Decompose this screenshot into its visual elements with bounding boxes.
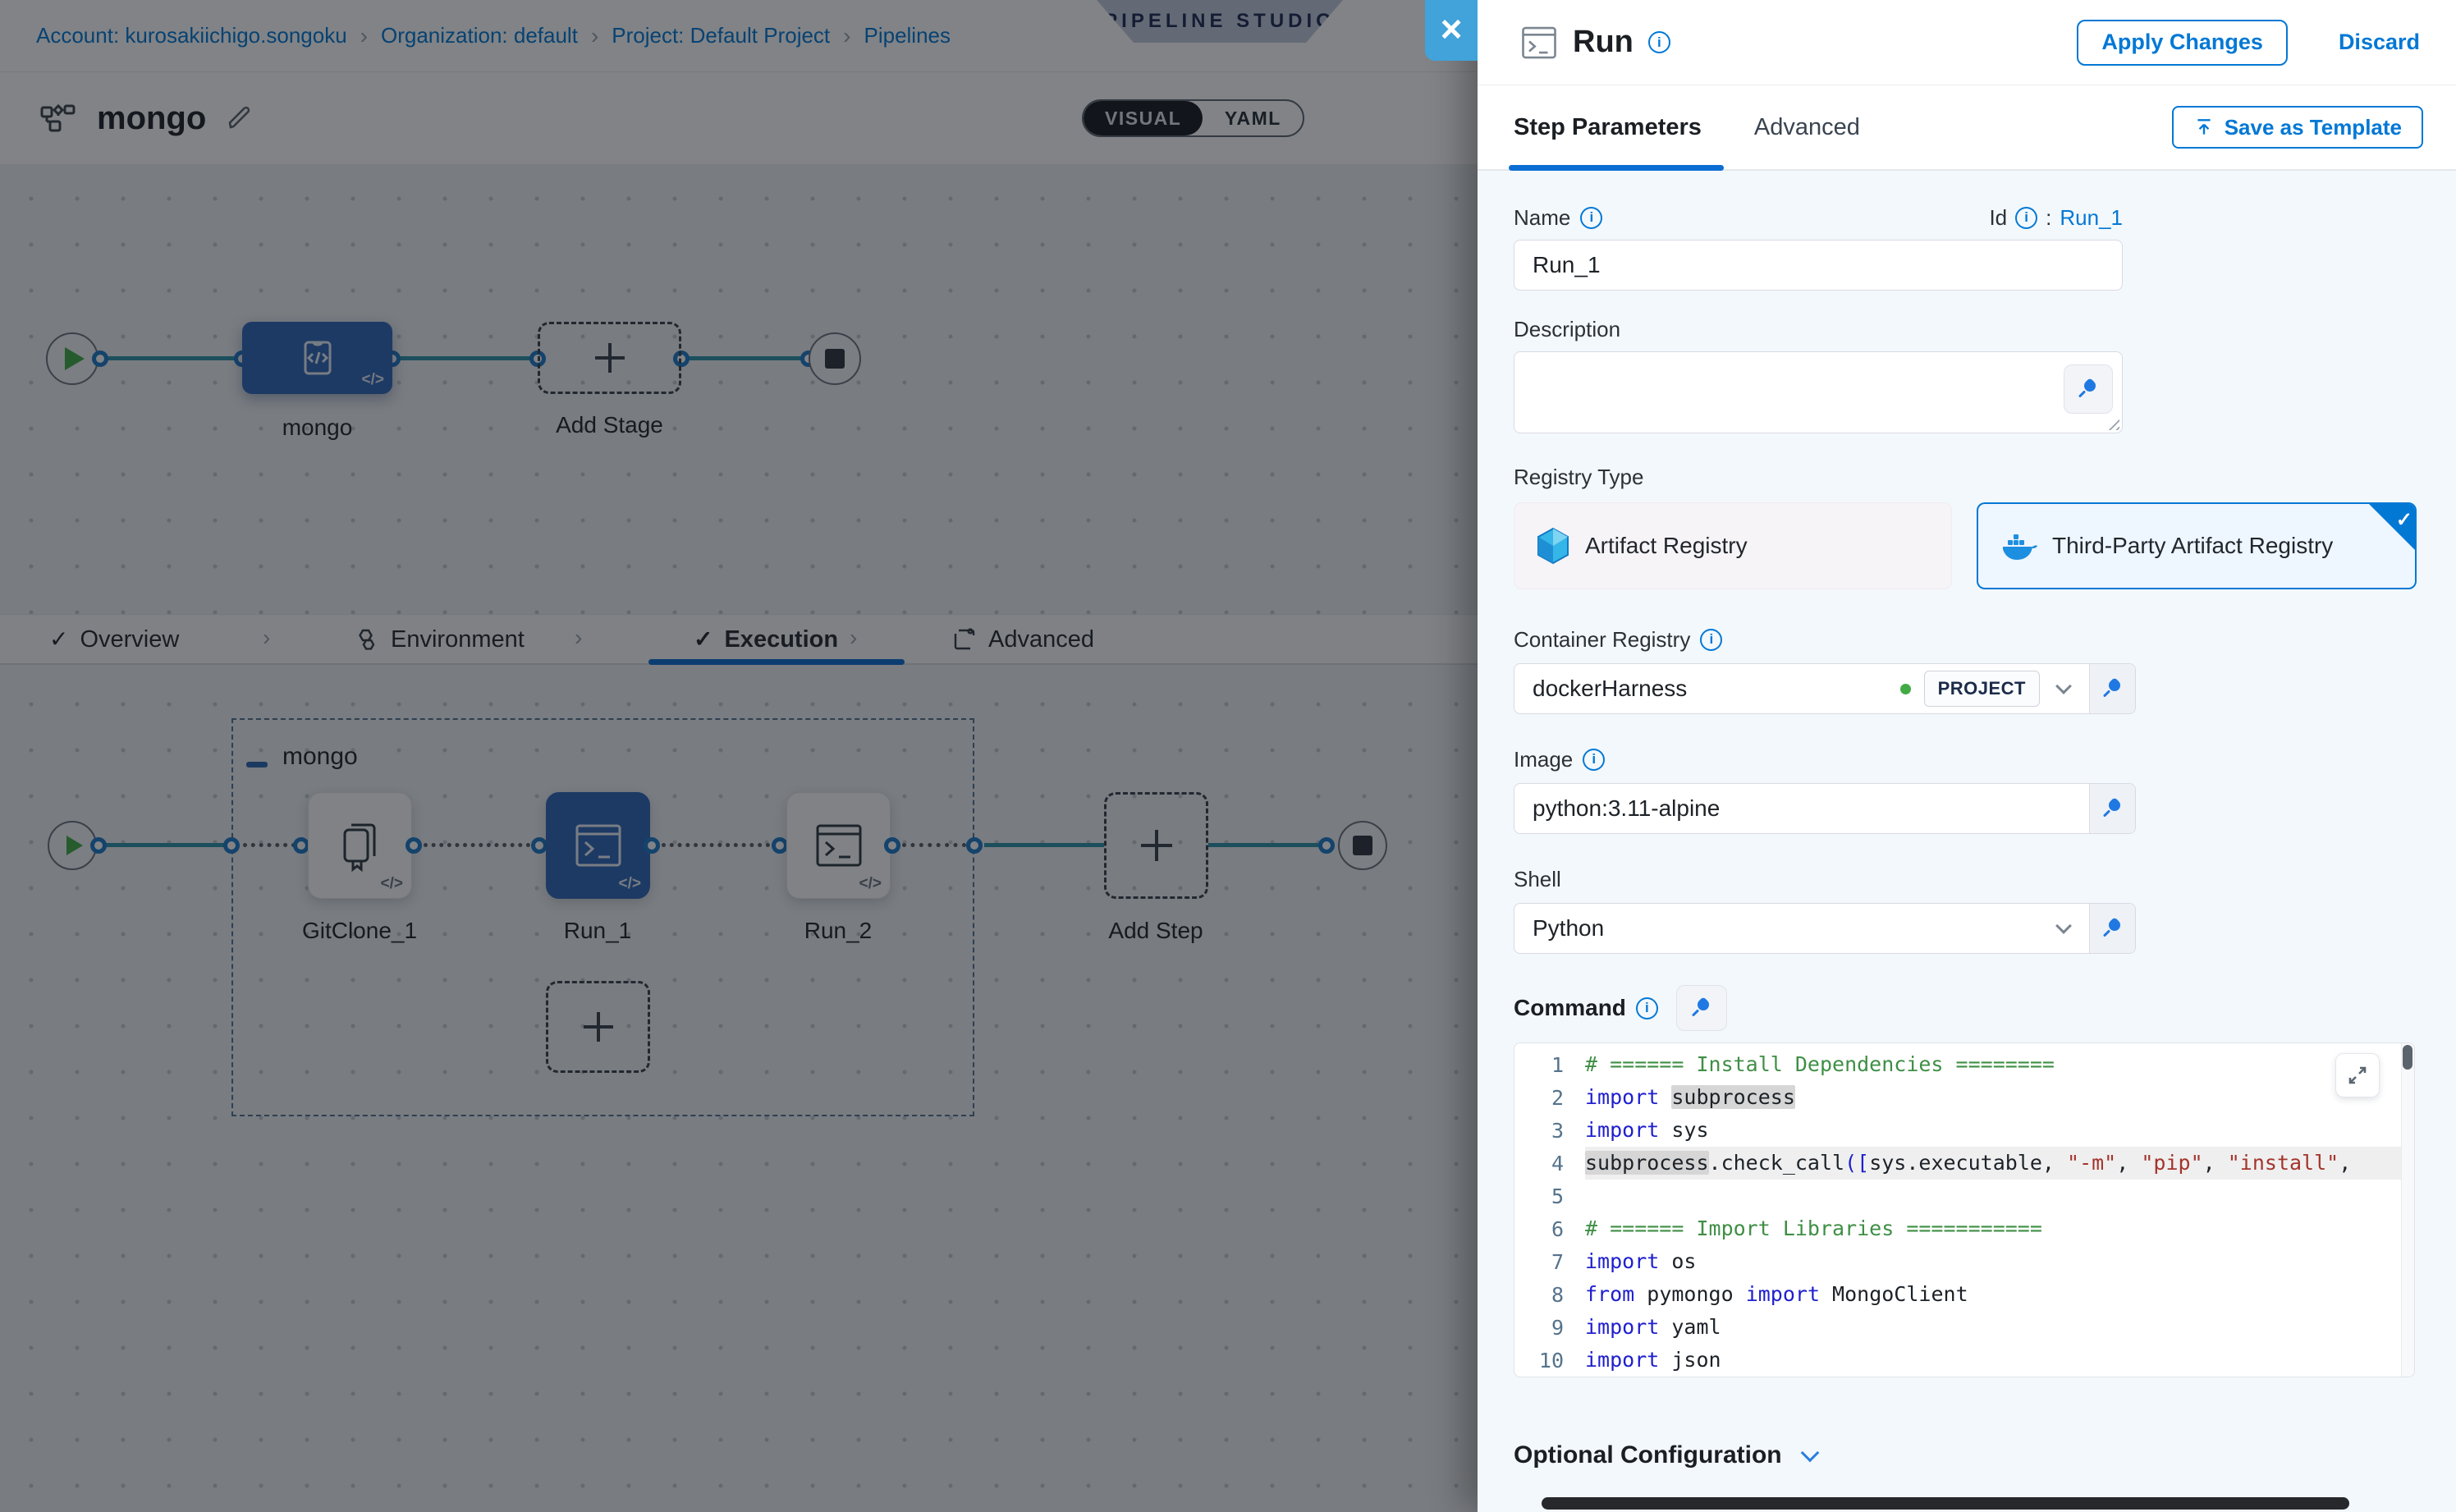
pin-input-type-button[interactable] [2064, 364, 2113, 414]
line-number: 5 [1514, 1184, 1585, 1208]
pin-icon [2104, 919, 2122, 937]
pin-icon [2079, 380, 2097, 398]
code-line[interactable]: 2import subprocess [1514, 1081, 2414, 1114]
pin-input-type-button[interactable] [2089, 664, 2135, 713]
modal-backdrop[interactable] [0, 0, 1478, 1512]
code-line[interactable]: 1# ====== Install Dependencies ======== [1514, 1048, 2414, 1081]
apply-changes-button[interactable]: Apply Changes [2077, 20, 2288, 66]
tab-step-parameters[interactable]: Step Parameters [1514, 114, 1702, 141]
name-label-row: Name [1514, 204, 1602, 231]
shell-label: Shell [1514, 865, 2417, 893]
drawer-header: Run Apply Changes Discard [1478, 0, 2456, 85]
editor-scrollbar[interactable] [2401, 1043, 2414, 1377]
command-code-editor[interactable]: 1# ====== Install Dependencies ========2… [1514, 1042, 2415, 1377]
shell-field: Python [1514, 903, 2136, 954]
scope-badge: PROJECT [1924, 671, 2040, 707]
optional-configuration-toggle[interactable]: Optional Configuration [1514, 1441, 2417, 1469]
container-registry-value: dockerHarness [1533, 676, 1887, 702]
registry-option-artifact[interactable]: Artifact Registry [1514, 502, 1952, 589]
line-number: 3 [1514, 1119, 1585, 1143]
info-icon[interactable] [1648, 31, 1670, 53]
info-icon[interactable] [1700, 629, 1722, 651]
code-line[interactable]: 4subprocess.check_call([sys.executable, … [1514, 1147, 2414, 1180]
chevron-down-icon [2055, 678, 2072, 694]
command-label-row: Command [1514, 994, 1658, 1022]
code-lines: 1# ====== Install Dependencies ========2… [1514, 1048, 2414, 1377]
id-separator: : [2046, 205, 2051, 231]
shell-select[interactable]: Python [1514, 904, 2089, 953]
pin-icon [1693, 999, 1711, 1017]
image-label-row: Image [1514, 745, 2417, 773]
shell-value: Python [1533, 915, 2040, 942]
chevron-down-icon [2055, 918, 2072, 934]
step-parameters-form: Name Id : Run_1 Description Registry Typ… [1478, 171, 2456, 1512]
upload-icon [2193, 117, 2215, 138]
pin-input-type-button[interactable] [1676, 985, 1727, 1031]
description-textarea[interactable] [1514, 351, 2123, 433]
registry-type-options: Artifact Registry Third-Party Artifact R… [1514, 502, 2417, 589]
save-as-template-button[interactable]: Save as Template [2172, 106, 2423, 149]
line-number: 2 [1514, 1086, 1585, 1110]
artifact-registry-icon [1536, 527, 1570, 565]
id-value[interactable]: Run_1 [2060, 205, 2123, 231]
registry-option-label: Third-Party Artifact Registry [2052, 533, 2333, 559]
id-label: Id [1989, 205, 2007, 231]
registry-option-third-party[interactable]: Third-Party Artifact Registry [1977, 502, 2417, 589]
code-line[interactable]: 7import os [1514, 1245, 2414, 1278]
drawer-tabs: Step Parameters Advanced Save as Templat… [1478, 85, 2456, 171]
container-registry-label-row: Container Registry [1514, 625, 2417, 653]
close-drawer-button[interactable] [1425, 0, 1478, 61]
step-config-drawer: Run Apply Changes Discard Step Parameter… [1478, 0, 2456, 1512]
code-line[interactable]: 6# ====== Import Libraries =========== [1514, 1212, 2414, 1245]
code-line[interactable]: 3import sys [1514, 1114, 2414, 1147]
name-label: Name [1514, 205, 1570, 231]
line-number: 7 [1514, 1250, 1585, 1274]
container-registry-select[interactable]: dockerHarness PROJECT [1514, 664, 2089, 713]
editor-scrollbar-thumb[interactable] [2403, 1045, 2412, 1070]
registry-option-label: Artifact Registry [1585, 533, 1748, 559]
info-icon[interactable] [2015, 207, 2037, 229]
panel-horizontal-scrollbar-thumb[interactable] [1542, 1497, 2349, 1510]
pin-icon [2104, 800, 2122, 818]
line-number: 1 [1514, 1053, 1585, 1077]
line-number: 4 [1514, 1152, 1585, 1175]
code-line[interactable]: 5 [1514, 1180, 2414, 1212]
info-icon[interactable] [1583, 749, 1605, 771]
run-step-icon [1520, 25, 1558, 60]
id-row: Id : Run_1 [1989, 205, 2123, 231]
pin-input-type-button[interactable] [2089, 784, 2135, 833]
registry-type-label: Registry Type [1514, 463, 2417, 491]
code-line[interactable]: 10import json [1514, 1344, 2414, 1377]
command-label: Command [1514, 995, 1626, 1021]
selected-check-icon [2368, 503, 2416, 551]
docker-icon [2000, 530, 2037, 561]
optional-configuration-label: Optional Configuration [1514, 1441, 1782, 1469]
pin-icon [2104, 680, 2122, 698]
active-tab-underline [1509, 165, 1724, 171]
info-icon[interactable] [1580, 207, 1602, 229]
connector-status-dot [1900, 684, 1911, 694]
image-input[interactable] [1533, 795, 2074, 822]
image-label: Image [1514, 747, 1573, 772]
info-icon[interactable] [1636, 997, 1658, 1019]
line-number: 8 [1514, 1283, 1585, 1307]
chevron-down-icon [1800, 1444, 1819, 1463]
description-label: Description [1514, 315, 2417, 343]
drawer-title: Run [1573, 25, 1634, 60]
expand-editor-button[interactable] [2335, 1053, 2380, 1097]
code-line[interactable]: 9import yaml [1514, 1311, 2414, 1344]
discard-button[interactable]: Discard [2339, 30, 2420, 55]
container-registry-label: Container Registry [1514, 627, 1690, 653]
line-number: 10 [1514, 1349, 1585, 1372]
image-field [1514, 783, 2136, 834]
line-number: 9 [1514, 1316, 1585, 1340]
tab-advanced-panel[interactable]: Advanced [1754, 114, 1860, 141]
code-line[interactable]: 8from pymongo import MongoClient [1514, 1278, 2414, 1311]
fullscreen-icon [2346, 1064, 2369, 1087]
pin-input-type-button[interactable] [2089, 904, 2135, 953]
save-as-template-label: Save as Template [2225, 115, 2402, 140]
line-number: 6 [1514, 1217, 1585, 1241]
container-registry-field: dockerHarness PROJECT [1514, 663, 2136, 714]
name-input[interactable] [1514, 240, 2123, 291]
